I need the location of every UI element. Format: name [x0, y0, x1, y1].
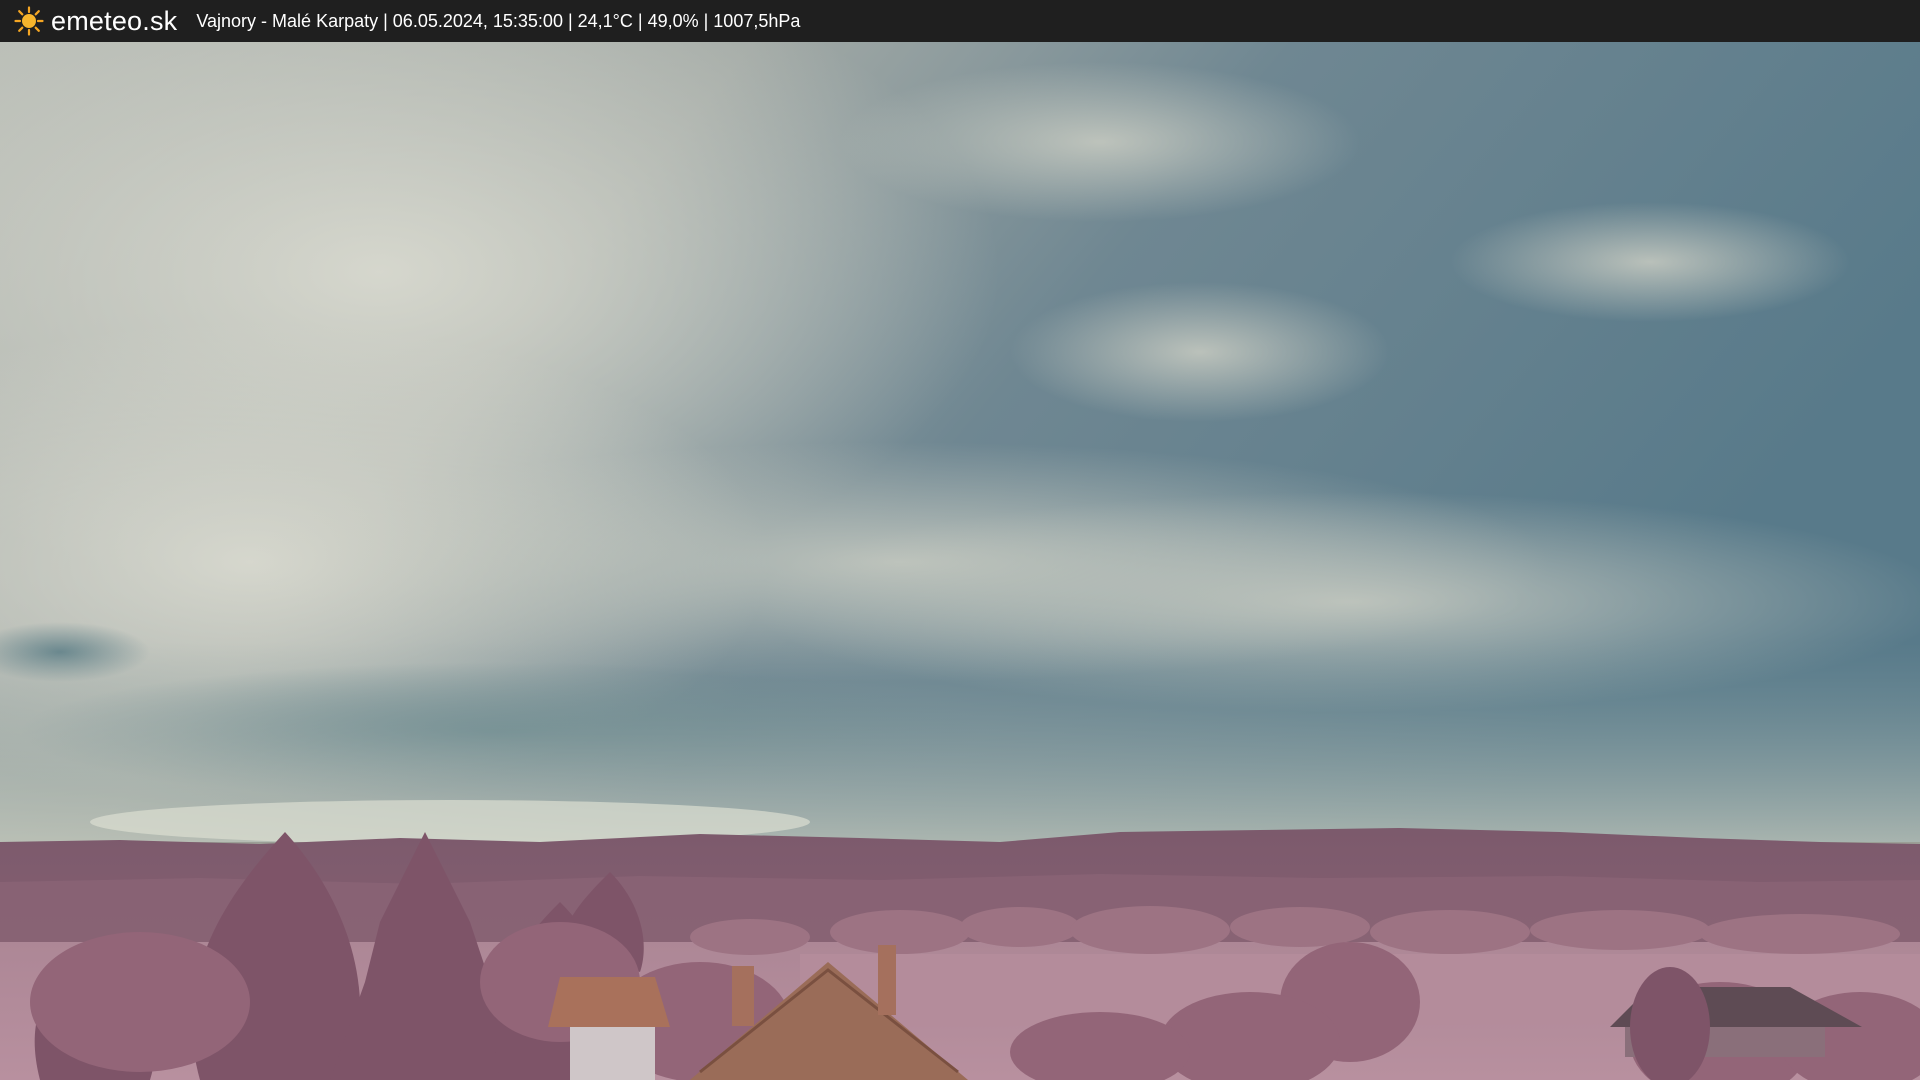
station-location: Vajnory - Malé Karpaty — [196, 10, 379, 31]
separator: | — [698, 10, 714, 31]
pressure-value: 1007,5hPa — [713, 10, 801, 31]
station-info: Vajnory - Malé Karpaty | 06.05.2024, 15:… — [196, 11, 800, 32]
humidity-value: 49,0% — [647, 10, 699, 31]
logo[interactable]: emeteo.sk — [14, 6, 177, 37]
brand-name: emeteo.sk — [51, 5, 178, 36]
separator: | — [562, 10, 578, 31]
separator: | — [632, 10, 648, 31]
webcam-image — [0, 42, 1920, 1080]
observation-datetime: 06.05.2024, 15:35:00 — [392, 10, 563, 31]
header-bar: emeteo.sk Vajnory - Malé Karpaty | 06.05… — [0, 0, 1920, 42]
separator: | — [378, 10, 393, 31]
temperature-value: 24,1°C — [577, 10, 633, 31]
sun-icon — [14, 6, 44, 36]
webcam-scene — [0, 42, 1920, 1080]
